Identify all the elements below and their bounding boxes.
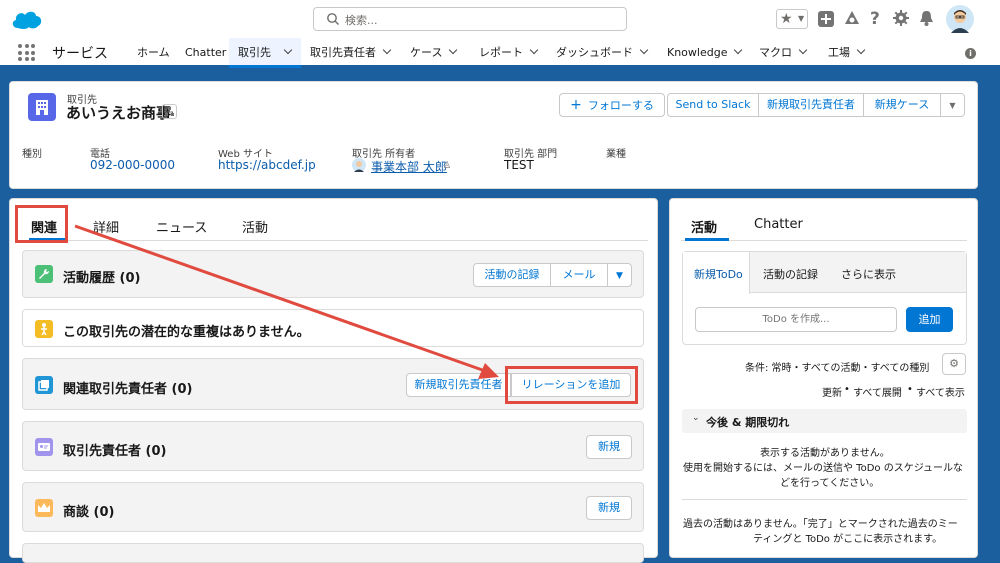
annotation-arrow (74, 224, 499, 379)
